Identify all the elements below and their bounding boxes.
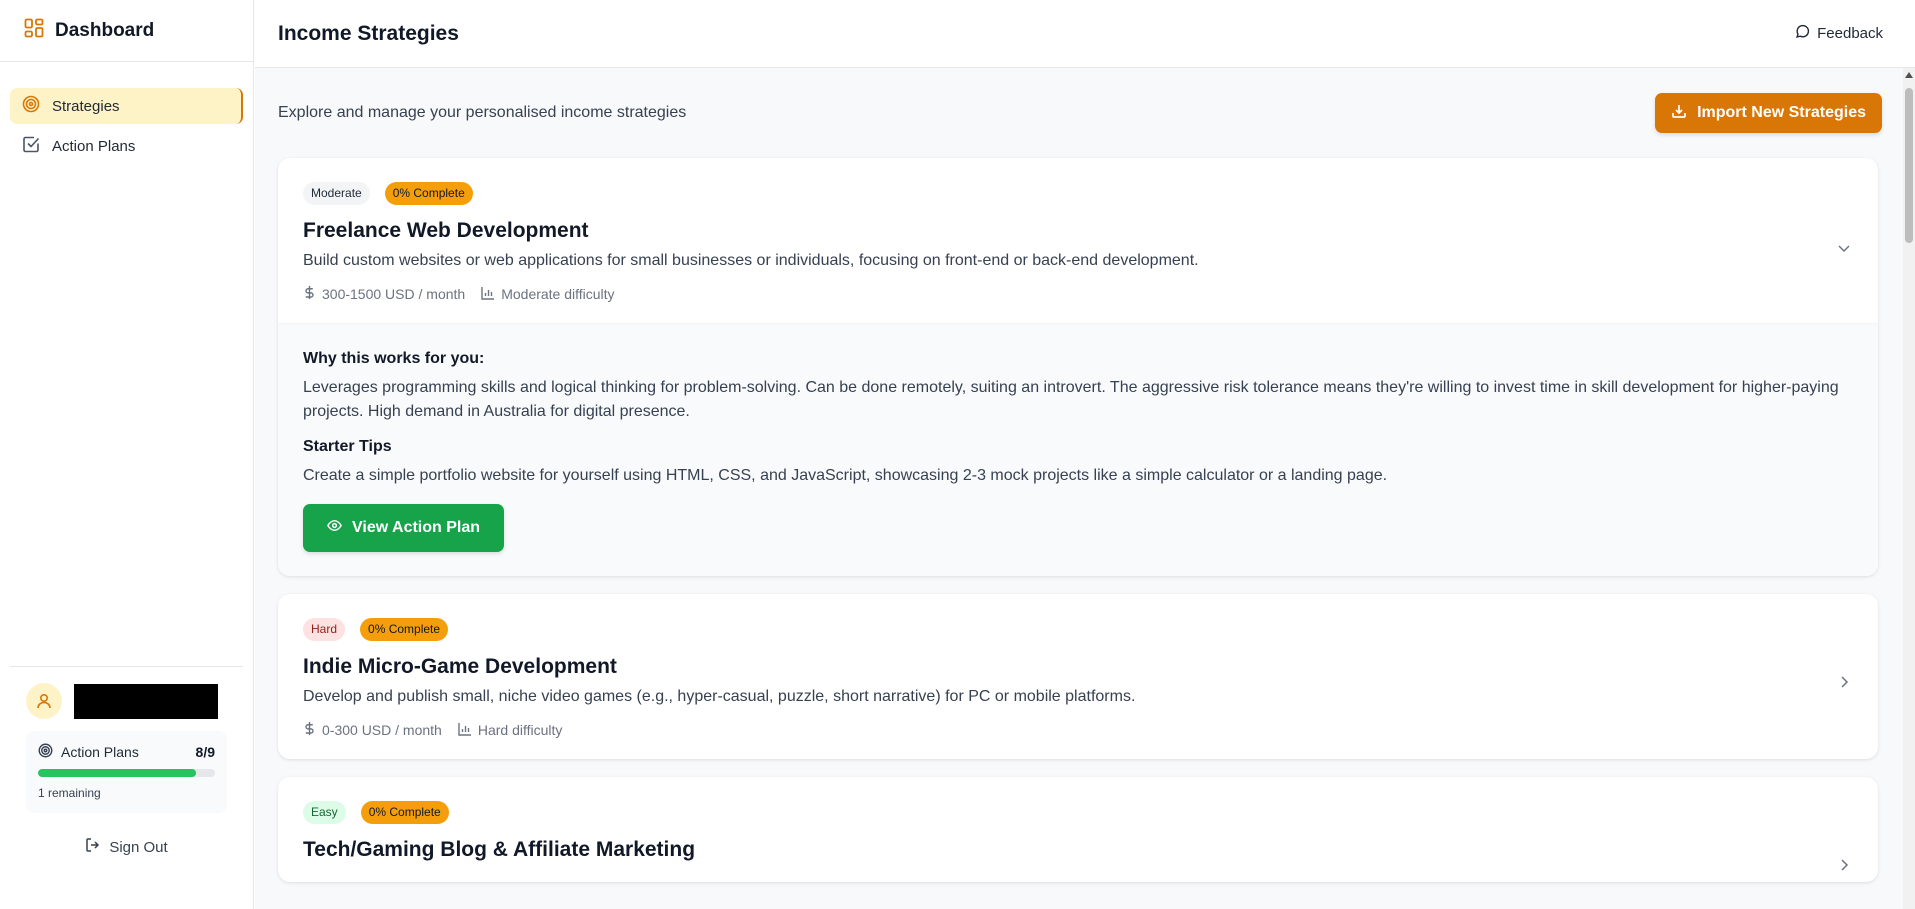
tips-heading: Starter Tips xyxy=(303,438,392,455)
main-content: Income Strategies Feedback Explore and m… xyxy=(255,0,1915,909)
sidebar-footer: Action Plans 8/9 1 remaining Sign Out xyxy=(10,666,243,857)
view-action-plan-button[interactable]: View Action Plan xyxy=(303,504,505,552)
sub-header: Explore and manage your personalised inc… xyxy=(255,68,1915,158)
target-icon xyxy=(22,95,40,117)
feedback-label: Feedback xyxy=(1817,25,1883,42)
user-icon xyxy=(37,693,51,709)
dashboard-grid-icon xyxy=(24,18,44,43)
income-text: 0-300 USD / month xyxy=(322,722,442,738)
scroll-thumb[interactable] xyxy=(1905,88,1913,243)
difficulty-meta: Moderate difficulty xyxy=(481,285,615,303)
progress-fill xyxy=(38,769,196,777)
action-plans-summary: Action Plans 8/9 1 remaining xyxy=(26,731,227,813)
checkbox-icon xyxy=(22,135,40,157)
redacted-username xyxy=(74,683,218,719)
vertical-scrollbar[interactable] xyxy=(1903,68,1915,909)
action-plans-count: 8/9 xyxy=(195,744,215,760)
completion-badge: 0% Complete xyxy=(384,182,473,205)
difficulty-text: Hard difficulty xyxy=(477,722,563,738)
income-text: 300-1500 USD / month xyxy=(322,286,466,302)
sidebar-item-strategies[interactable]: Strategies xyxy=(10,88,243,124)
strategy-title: Indie Micro-Game Development xyxy=(303,655,617,678)
view-action-plan-label: View Action Plan xyxy=(352,519,481,536)
why-heading: Why this works for you: xyxy=(303,350,485,367)
page-subtitle: Explore and manage your personalised inc… xyxy=(278,104,687,121)
strategy-card: Moderate 0% Complete Freelance Web Devel… xyxy=(278,158,1878,576)
import-label: Import New Strategies xyxy=(1697,104,1866,121)
strategy-card-header[interactable]: Easy 0% Complete Tech/Gaming Blog & Affi… xyxy=(278,777,1878,882)
bar-chart-icon xyxy=(458,722,472,739)
sign-out-label: Sign Out xyxy=(109,838,168,856)
page-title: Income Strategies xyxy=(278,21,459,45)
tips-text: Create a simple portfolio website for yo… xyxy=(303,467,1388,484)
scroll-up-arrow-icon[interactable] xyxy=(1905,72,1913,78)
completion-badge: 0% Complete xyxy=(360,801,449,824)
dollar-icon xyxy=(303,285,316,303)
why-text: Leverages programming skills and logical… xyxy=(303,379,1839,420)
strategy-card: Hard 0% Complete Indie Micro-Game Develo… xyxy=(278,594,1878,759)
strategy-description: Build custom websites or web application… xyxy=(303,252,1199,269)
chevron-right-icon[interactable] xyxy=(1836,857,1852,878)
difficulty-badge: Moderate xyxy=(303,182,370,205)
strategy-card-header[interactable]: Hard 0% Complete Indie Micro-Game Develo… xyxy=(278,594,1878,759)
sidebar: Dashboard Strategies Action Plans Action… xyxy=(0,0,254,909)
sidebar-item-label: Action Plans xyxy=(52,137,136,155)
download-icon xyxy=(1671,103,1687,124)
feedback-button[interactable]: Feedback xyxy=(1795,24,1883,43)
strategy-list: Moderate 0% Complete Freelance Web Devel… xyxy=(278,158,1878,900)
dollar-icon xyxy=(303,721,316,739)
difficulty-text: Moderate difficulty xyxy=(501,286,615,302)
eye-icon xyxy=(327,518,342,538)
action-plans-label: Action Plans xyxy=(61,744,139,760)
income-meta: 0-300 USD / month xyxy=(303,721,442,739)
chevron-down-icon[interactable] xyxy=(1836,240,1852,261)
difficulty-badge: Easy xyxy=(303,801,346,824)
sign-out-icon xyxy=(85,837,101,857)
import-strategies-button[interactable]: Import New Strategies xyxy=(1655,93,1882,133)
strategy-description: Develop and publish small, niche video g… xyxy=(303,688,1136,705)
bar-chart-icon xyxy=(481,286,495,303)
message-icon xyxy=(1795,24,1810,43)
strategy-card-header[interactable]: Moderate 0% Complete Freelance Web Devel… xyxy=(278,158,1878,323)
strategy-title: Freelance Web Development xyxy=(303,219,589,242)
chevron-right-icon[interactable] xyxy=(1836,674,1852,695)
user-profile[interactable] xyxy=(10,667,243,719)
action-plans-progress xyxy=(38,769,215,777)
sidebar-nav: Strategies Action Plans xyxy=(0,62,253,164)
income-meta: 300-1500 USD / month xyxy=(303,285,465,303)
difficulty-meta: Hard difficulty xyxy=(458,721,563,739)
strategy-title: Tech/Gaming Blog & Affiliate Marketing xyxy=(303,838,696,861)
brand-title: Dashboard xyxy=(55,19,155,41)
sidebar-item-action-plans[interactable]: Action Plans xyxy=(10,128,243,164)
top-bar: Income Strategies Feedback xyxy=(255,0,1915,68)
target-icon xyxy=(38,743,53,761)
completion-badge: 0% Complete xyxy=(360,618,449,641)
sidebar-item-label: Strategies xyxy=(52,97,120,115)
strategy-card: Easy 0% Complete Tech/Gaming Blog & Affi… xyxy=(278,777,1878,882)
sign-out-button[interactable]: Sign Out xyxy=(10,837,243,857)
difficulty-badge: Hard xyxy=(303,618,346,641)
remaining-text: 1 remaining xyxy=(38,786,101,800)
avatar xyxy=(26,683,62,719)
strategy-details: Why this works for you: Leverages progra… xyxy=(278,323,1878,576)
brand[interactable]: Dashboard xyxy=(0,0,253,62)
